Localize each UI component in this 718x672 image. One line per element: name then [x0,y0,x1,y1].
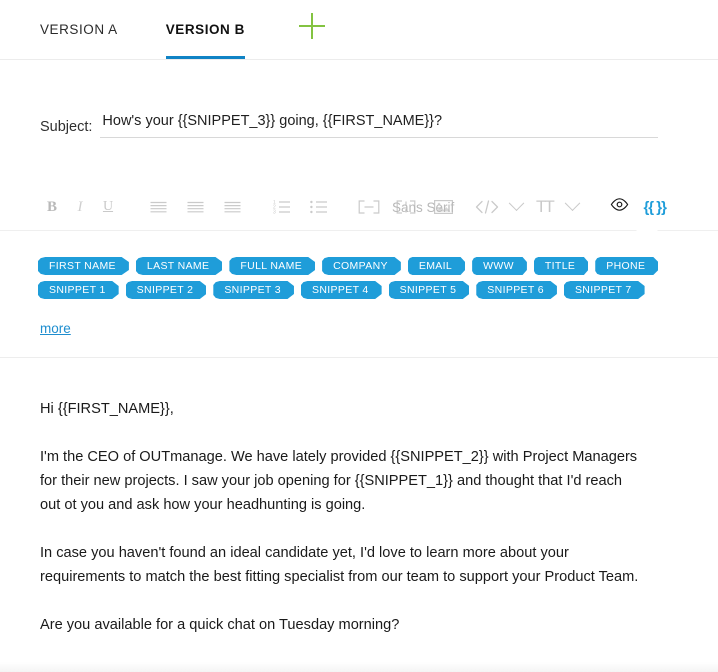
snippet-tag-list: FIRST NAME LAST NAME FULL NAME COMPANY E… [38,257,678,305]
snippet-tag-row: FIRST NAME LAST NAME FULL NAME COMPANY E… [38,257,678,275]
bottom-shadow [0,662,718,672]
snippet-tag[interactable]: TITLE [533,257,589,275]
bold-glyph: B [46,198,57,215]
chevron-down-icon [508,194,525,211]
snippet-tag[interactable]: SNIPPET 7 [563,281,645,299]
italic-icon[interactable]: I [66,193,94,221]
email-template-editor: VERSION A VERSION B Subject: B I U [0,0,718,672]
snippet-tag[interactable]: EMAIL [407,257,466,275]
snippet-tag[interactable]: LAST NAME [135,257,223,275]
underline-icon[interactable]: U [94,193,122,221]
link-icon[interactable] [355,193,383,221]
snippet-tag-row: SNIPPET 1 SNIPPET 2 SNIPPET 3 SNIPPET 4 … [38,281,678,299]
plus-icon[interactable] [298,13,325,39]
email-body-editor[interactable]: Hi {{FIRST_NAME}}, I'm the CEO of OUTman… [0,359,718,672]
font-family-select[interactable]: Sans Serif [392,184,525,230]
snippet-tag[interactable]: COMPANY [322,257,401,275]
snippet-tag[interactable]: SNIPPET 5 [388,281,470,299]
subject-label: Subject: [40,119,93,135]
font-size-select[interactable]: TT [536,184,581,230]
tab-version-b-label: VERSION B [165,22,245,37]
snippet-tag[interactable]: SNIPPET 2 [125,281,207,299]
underline-glyph: U [102,199,114,214]
italic-glyph: I [77,198,83,215]
subject-input[interactable] [100,111,658,138]
align-left-icon[interactable] [144,193,172,221]
body-paragraph: I'm the CEO of OUTmanage. We have lately… [40,449,638,513]
align-center-icon[interactable] [181,193,209,221]
align-right-icon[interactable] [218,193,246,221]
snippets-icon[interactable]: {{ }} [643,199,667,216]
body-paragraph: In case you haven't found an ideal candi… [40,545,639,585]
tab-version-a-label: VERSION A [40,22,118,37]
snippet-tag[interactable]: PHONE [595,257,659,275]
font-family-label: Sans Serif [392,199,455,215]
bullet-list-icon[interactable] [305,193,333,221]
snippet-tag[interactable]: FIRST NAME [38,257,129,275]
text-size-icon: TT [536,197,555,216]
snippet-tag[interactable]: SNIPPET 6 [476,281,557,299]
snippet-tag[interactable]: SNIPPET 4 [300,281,382,299]
editor-toolbar: B I U 1 2 3 Sans Serif TT {{}} [0,184,718,230]
tab-version-a[interactable]: VERSION A [40,0,118,59]
snippet-panel: FIRST NAME LAST NAME FULL NAME COMPANY E… [0,220,718,358]
snippet-tag[interactable]: SNIPPET 3 [213,281,294,299]
snippet-tag[interactable]: FULL NAME [229,257,316,275]
popover-arrow-icon [636,220,658,231]
eye-icon[interactable] [610,198,629,216]
ordered-list-icon[interactable]: 123 [268,193,296,221]
body-paragraph: Are you available for a quick chat on Tu… [40,617,400,633]
tab-version-b[interactable]: VERSION B [165,0,245,59]
snippet-tag[interactable]: SNIPPET 1 [38,281,119,299]
version-tabbar: VERSION A VERSION B [0,0,718,60]
body-paragraph: Hi {{FIRST_NAME}}, [40,401,174,417]
subject-row: Subject: [40,108,658,138]
snippet-tag[interactable]: WWW [472,257,527,275]
tab-underline-active [165,56,245,59]
bold-icon[interactable]: B [38,193,66,221]
chevron-down-icon [564,194,581,211]
more-link[interactable]: more [40,321,71,336]
svg-text:3: 3 [273,210,276,214]
